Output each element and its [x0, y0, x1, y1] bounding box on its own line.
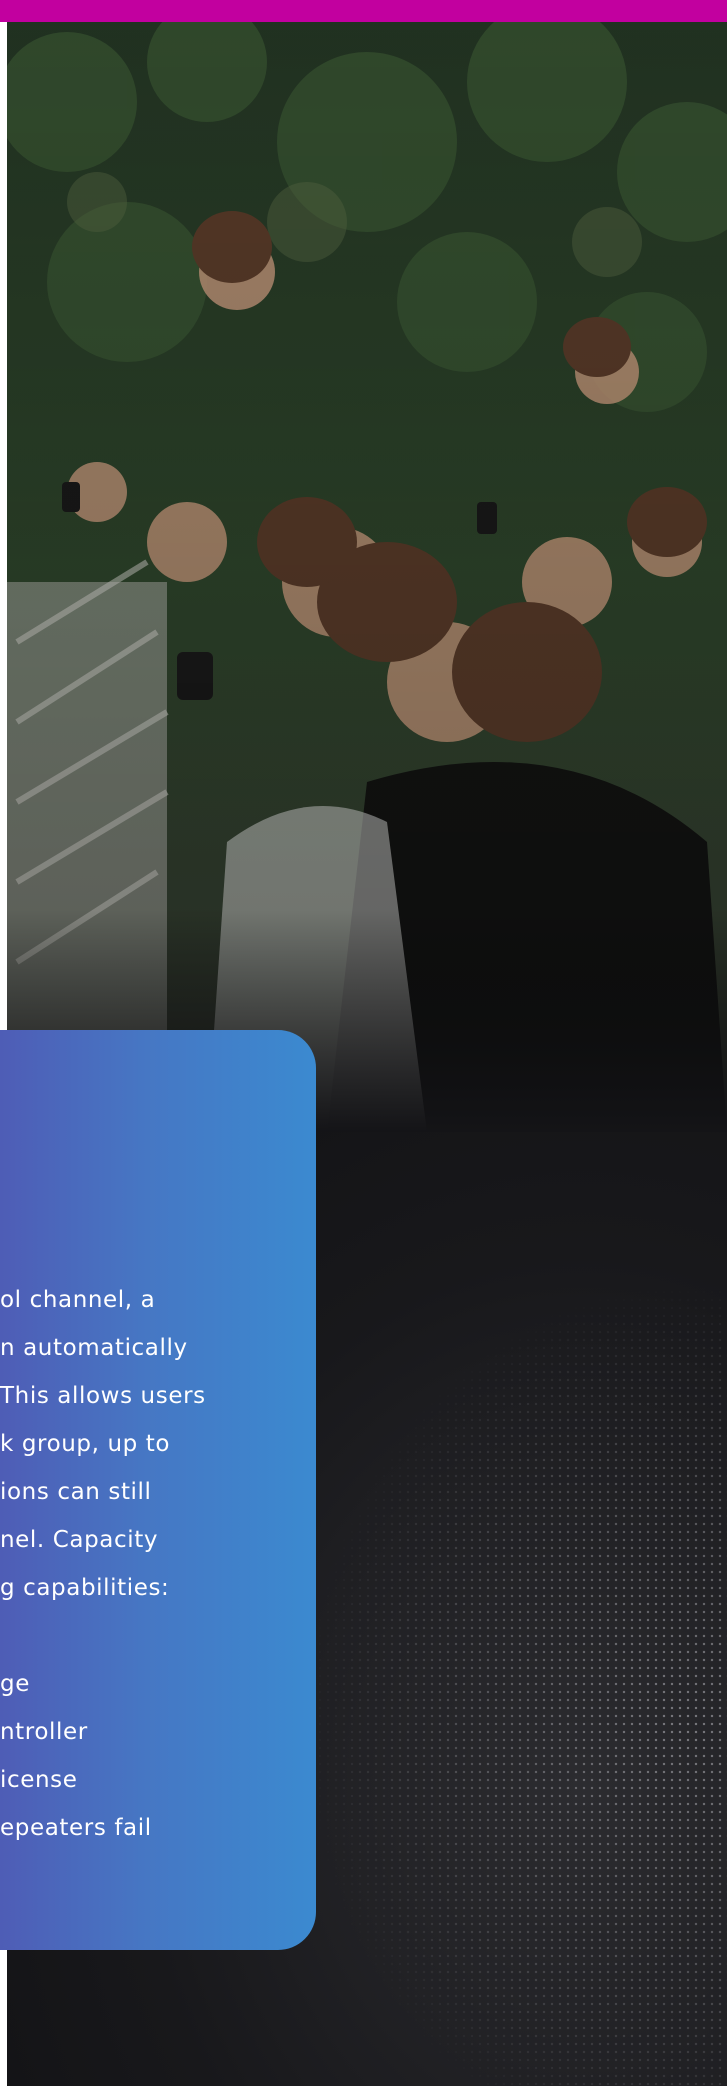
card-text-line: ol channel, a — [0, 1287, 156, 1313]
top-accent-bar — [0, 0, 727, 22]
concert-crowd-photo — [7, 22, 727, 1132]
dot-pattern-decoration — [300, 1280, 727, 2086]
card-text-line: ge — [0, 1671, 30, 1697]
card-text-line: n automatically — [0, 1335, 188, 1361]
info-card: ol channel, a n automatically This allow… — [0, 1030, 316, 1950]
card-text-line: ntroller — [0, 1719, 88, 1745]
page: ol channel, a n automatically This allow… — [0, 0, 727, 2086]
card-text-line: nel. Capacity — [0, 1527, 159, 1553]
card-text-line: k group, up to — [0, 1431, 171, 1457]
card-text-line: epeaters fail — [0, 1815, 152, 1841]
card-text-line: g capabilities: — [0, 1575, 170, 1601]
card-text-line: This allows users — [0, 1383, 206, 1409]
card-text-line: ions can still — [0, 1479, 152, 1505]
card-text-line: icense — [0, 1767, 78, 1793]
